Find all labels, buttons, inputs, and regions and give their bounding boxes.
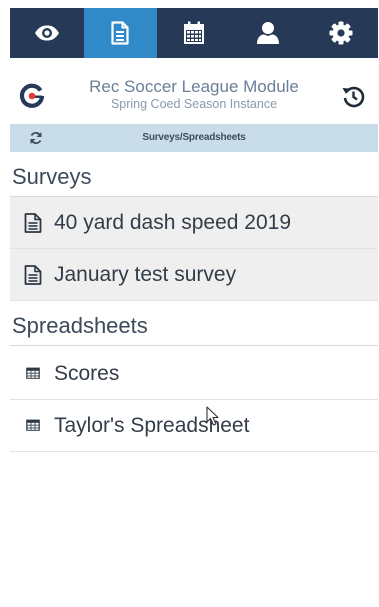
user-icon: [256, 22, 279, 44]
tab-settings[interactable]: [304, 8, 378, 58]
document-icon: [24, 265, 42, 285]
breadcrumb-path: Surveys/Spreadsheets: [142, 132, 246, 143]
table-icon: [26, 367, 40, 379]
table-icon: [26, 419, 40, 431]
mouse-cursor-icon: [206, 406, 219, 426]
module-title: Rec Soccer League Module: [89, 77, 299, 96]
list-item-label: January test survey: [54, 263, 237, 286]
breadcrumb: Surveys/Spreadsheets: [10, 124, 378, 152]
list-item-spreadsheet[interactable]: Taylor's Spreadsheet: [10, 400, 378, 452]
calendar-icon: [183, 21, 204, 44]
section-header-surveys: Surveys: [10, 154, 378, 197]
document-icon: [24, 213, 42, 233]
module-header: Rec Soccer League Module Spring Coed Sea…: [10, 58, 378, 124]
section-title: Surveys: [12, 164, 92, 189]
app-screen: Rec Soccer League Module Spring Coed Sea…: [10, 0, 378, 607]
history-icon[interactable]: [341, 84, 365, 108]
module-subtitle: Spring Coed Season Instance: [110, 97, 278, 111]
list-item-label: Scores: [54, 362, 120, 385]
section-title: Spreadsheets: [12, 313, 148, 338]
tab-profile[interactable]: [231, 8, 305, 58]
g-logo-icon[interactable]: [19, 83, 45, 109]
section-header-spreadsheets: Spreadsheets: [10, 303, 378, 346]
list-item-survey[interactable]: 40 yard dash speed 2019: [10, 197, 378, 249]
tab-view[interactable]: [10, 8, 84, 58]
document-icon: [111, 21, 129, 45]
gear-icon: [329, 21, 353, 45]
tab-calendar[interactable]: [157, 8, 231, 58]
list-item-spreadsheet[interactable]: Scores: [10, 348, 378, 400]
eye-icon: [34, 25, 59, 41]
list-item-survey[interactable]: January test survey: [10, 249, 378, 301]
refresh-icon[interactable]: [29, 131, 43, 145]
list-item-label: 40 yard dash speed 2019: [54, 211, 292, 234]
top-tab-bar: [10, 8, 378, 58]
tab-documents[interactable]: [83, 8, 158, 58]
list-item-label: Taylor's Spreadsheet: [54, 414, 250, 437]
